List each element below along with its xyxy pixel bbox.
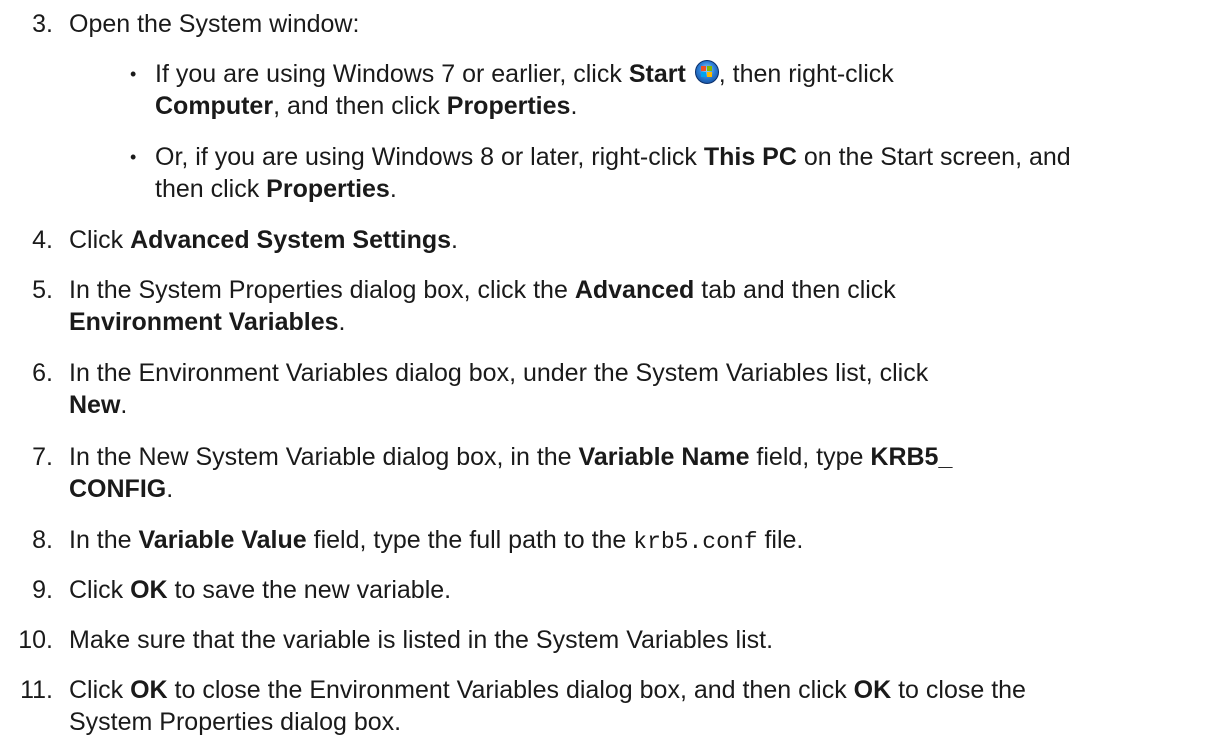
text-segment: Click: [69, 226, 131, 254]
ui-term-computer: Computer: [155, 92, 274, 120]
text-segment: file.: [757, 526, 804, 554]
step-11: 11. Click OK to close the Environment Va…: [0, 674, 1100, 738]
bullet-item-windows-7: • If you are using Windows 7 or earlier,…: [0, 58, 1100, 122]
step-4: 4. Click Advanced System Settings.: [0, 224, 1100, 256]
ui-term-properties: Properties: [446, 92, 571, 120]
step-9: 9. Click OK to save the new variable.: [0, 574, 1100, 606]
ui-term-ok: OK: [853, 676, 892, 704]
text-segment: .: [451, 226, 458, 254]
ui-term-advanced: Advanced: [574, 276, 695, 304]
step-number: 7.: [32, 443, 53, 471]
ui-term-environment-variables: Environment Variables: [69, 308, 339, 336]
text-segment: .: [120, 391, 128, 419]
windows-start-orb-icon: [694, 60, 719, 84]
text-segment: In the Environment Variables dialog box,…: [69, 359, 929, 387]
ui-term-ok: OK: [130, 676, 168, 704]
ui-term-variable-name: Variable Name: [578, 443, 750, 471]
ui-term-advanced-system-settings: Advanced System Settings: [130, 226, 452, 254]
text-segment: If you are using Windows 7 or earlier, c…: [155, 60, 629, 88]
step-10: 10. Make sure that the variable is liste…: [0, 624, 1100, 656]
text-segment: to save the new variable.: [167, 576, 452, 604]
ui-term-this-pc: This PC: [703, 143, 797, 171]
step-number: 10.: [18, 626, 53, 654]
step-number: 3.: [32, 10, 53, 38]
value-krb5-config-part2: CONFIG: [69, 475, 167, 503]
text-segment: field, type the full path to the: [306, 526, 634, 554]
text-segment: tab and then click: [694, 276, 896, 304]
step-3: 3. Open the System window:: [0, 8, 1100, 40]
text-segment: , and then click: [273, 92, 447, 120]
text-segment: In the New System Variable dialog box, i…: [69, 443, 579, 471]
text-segment: Click: [69, 676, 131, 704]
code-filename: krb5.conf: [633, 529, 758, 555]
text-segment: to close the Environment Variables dialo…: [167, 676, 854, 704]
text-segment: .: [389, 175, 397, 203]
bullet-marker: •: [130, 147, 137, 167]
ui-term-variable-value: Variable Value: [138, 526, 307, 554]
text-segment: In the System Properties dialog box, cli…: [69, 276, 575, 304]
step-number: 9.: [32, 576, 53, 604]
bullet-marker: •: [130, 64, 137, 84]
step-5: 5. In the System Properties dialog box, …: [0, 274, 1100, 338]
step-7: 7. In the New System Variable dialog box…: [0, 441, 1100, 505]
value-krb5-config-part1: KRB5_: [870, 443, 953, 471]
text-segment: field, type: [749, 443, 871, 471]
step-8: 8. In the Variable Value field, type the…: [0, 524, 1100, 558]
text-segment: , then right-click: [718, 60, 894, 88]
text-segment: In the: [69, 526, 139, 554]
text-segment: Click: [69, 576, 131, 604]
step-number: 5.: [32, 276, 53, 304]
step-number: 11.: [20, 676, 53, 704]
text-segment: Or, if you are using Windows 8 or later,…: [155, 143, 704, 171]
bullet-item-windows-8: • Or, if you are using Windows 8 or late…: [0, 141, 1100, 205]
ui-term-new: New: [69, 391, 121, 419]
step-6: 6. In the Environment Variables dialog b…: [0, 357, 1100, 421]
ui-term-properties: Properties: [266, 175, 390, 203]
step-number: 4.: [32, 226, 53, 254]
step-number: 6.: [32, 359, 53, 387]
step-text: Open the System window:: [69, 10, 360, 38]
text-segment: .: [338, 308, 346, 336]
ui-term-start: Start: [628, 60, 686, 88]
text-segment: .: [166, 475, 174, 503]
text-segment: .: [570, 92, 578, 120]
step-number: 8.: [32, 526, 53, 554]
step-text: Make sure that the variable is listed in…: [69, 626, 774, 654]
ui-term-ok: OK: [130, 576, 168, 604]
